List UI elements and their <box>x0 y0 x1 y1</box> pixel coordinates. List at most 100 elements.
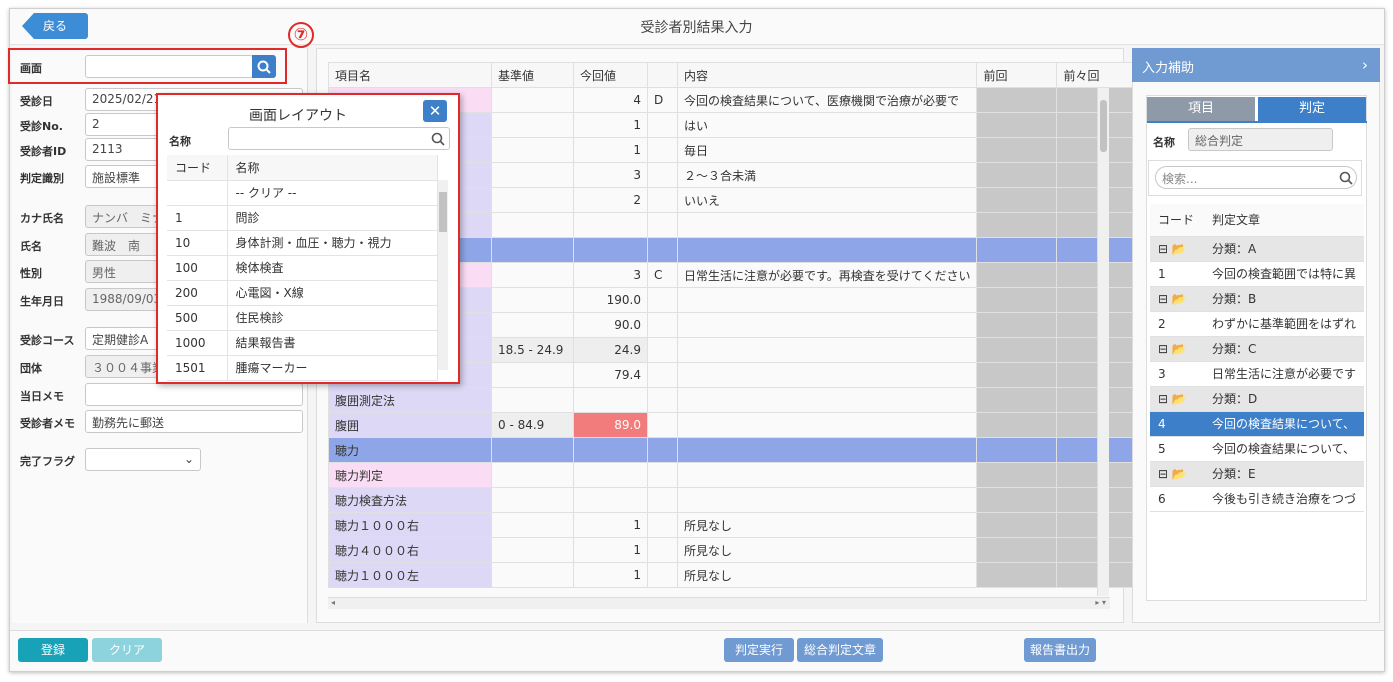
grid-cell[interactable]: 4 <box>573 87 648 113</box>
grid-cell[interactable]: 所見なし <box>676 512 978 538</box>
grid-cell[interactable] <box>647 112 678 138</box>
grid-cell[interactable]: 1 <box>573 562 648 588</box>
grid-cell[interactable] <box>976 387 1058 413</box>
search-icon[interactable] <box>1339 171 1353 185</box>
close-icon[interactable]: ✕ <box>423 100 447 122</box>
grid-horizontal-scrollbar[interactable]: ◂ ▸ ▾ <box>328 597 1110 609</box>
grid-cell[interactable]: 所見なし <box>676 562 978 588</box>
table-row[interactable]: 聴力 <box>328 437 1138 463</box>
grid-cell[interactable]: 毎日 <box>676 137 978 163</box>
grid-cell[interactable] <box>976 262 1058 288</box>
table-row[interactable]: 腹囲 0 - 84.9 89.0 <box>328 412 1138 438</box>
grid-cell[interactable] <box>491 512 574 538</box>
grid-cell[interactable] <box>491 187 574 213</box>
grid-cell[interactable] <box>976 462 1058 488</box>
col-header-prev[interactable]: 前回 <box>976 62 1058 88</box>
grid-cell[interactable] <box>491 137 574 163</box>
grid-cell[interactable] <box>491 437 574 463</box>
col-header-code[interactable]: コード <box>167 155 228 181</box>
summary-text-button[interactable]: 総合判定文章 <box>797 638 883 662</box>
grid-cell[interactable]: 3 <box>573 162 648 188</box>
table-row[interactable]: 聴力１０００右 1 所見なし <box>328 512 1138 538</box>
search-icon[interactable] <box>431 132 445 146</box>
col-header-value[interactable]: 今回値 <box>573 62 648 88</box>
list-item[interactable]: 500 住民検診 <box>167 305 438 331</box>
grid-cell[interactable] <box>491 212 574 238</box>
grid-cell[interactable]: D <box>647 87 678 113</box>
category-row[interactable]: ⊟ 📂 分類：E <box>1150 461 1364 487</box>
grid-cell[interactable] <box>976 562 1058 588</box>
list-item[interactable]: 10 身体計測・血圧・聴力・視力 <box>167 230 438 256</box>
grid-cell[interactable] <box>647 237 678 263</box>
grid-cell[interactable] <box>491 162 574 188</box>
list-item[interactable]: 4 今回の検査結果について、 <box>1150 411 1364 437</box>
grid-cell[interactable] <box>647 437 678 463</box>
grid-cell[interactable] <box>647 187 678 213</box>
grid-cell[interactable] <box>647 512 678 538</box>
grid-cell[interactable] <box>491 562 574 588</box>
grid-cell[interactable] <box>647 137 678 163</box>
popup-search-input[interactable] <box>228 127 450 150</box>
grid-cell[interactable]: 0 - 84.9 <box>491 412 574 438</box>
tab-judgement[interactable]: 判定 <box>1258 97 1366 121</box>
grid-cell[interactable] <box>976 162 1058 188</box>
grid-cell[interactable]: 腹囲 <box>328 412 492 438</box>
grid-cell[interactable] <box>976 437 1058 463</box>
tab-items[interactable]: 項目 <box>1147 97 1255 121</box>
grid-cell[interactable] <box>976 87 1058 113</box>
grid-cell[interactable]: 24.9 <box>573 337 648 363</box>
list-item[interactable]: 200 心電図・X線 <box>167 280 438 306</box>
grid-cell[interactable] <box>491 112 574 138</box>
grid-cell[interactable]: 聴力検査方法 <box>328 487 492 513</box>
table-row[interactable]: 聴力検査方法 <box>328 487 1138 513</box>
grid-cell[interactable] <box>976 512 1058 538</box>
grid-cell[interactable]: 所見なし <box>676 537 978 563</box>
grid-cell[interactable]: 1 <box>573 137 648 163</box>
grid-cell[interactable] <box>491 87 574 113</box>
category-row[interactable]: ⊟ 📂 分類：D <box>1150 386 1364 412</box>
judge-run-button[interactable]: 判定実行 <box>724 638 794 662</box>
grid-cell[interactable] <box>976 362 1058 388</box>
side-search-input[interactable]: 検索... <box>1155 166 1357 189</box>
col-header-flag[interactable] <box>647 62 678 88</box>
col-header-text[interactable]: 判定文章 <box>1203 204 1364 237</box>
grid-cell[interactable] <box>647 387 678 413</box>
grid-cell[interactable] <box>676 337 978 363</box>
grid-cell[interactable] <box>647 462 678 488</box>
list-item[interactable]: 1000 結果報告書 <box>167 330 438 356</box>
col-header-code[interactable]: コード <box>1150 204 1204 237</box>
grid-vertical-scrollbar[interactable] <box>1097 88 1109 596</box>
grid-cell[interactable]: 聴力判定 <box>328 462 492 488</box>
grid-cell[interactable] <box>647 312 678 338</box>
form-field[interactable]: ⌄ <box>85 448 201 471</box>
grid-cell[interactable] <box>676 387 978 413</box>
grid-cell[interactable] <box>976 187 1058 213</box>
grid-cell[interactable] <box>676 287 978 313</box>
grid-cell[interactable]: 日常生活に注意が必要です。再検査を受けてください <box>676 262 978 288</box>
table-row[interactable]: 聴力１０００左 1 所見なし <box>328 562 1138 588</box>
grid-cell[interactable]: いいえ <box>676 187 978 213</box>
grid-cell[interactable]: 腹囲測定法 <box>328 387 492 413</box>
grid-cell[interactable] <box>647 412 678 438</box>
screen-search-button[interactable] <box>252 55 276 78</box>
table-row[interactable]: 聴力判定 <box>328 462 1138 488</box>
grid-cell[interactable]: ２～３合未満 <box>676 162 978 188</box>
list-item[interactable]: 100 検体検査 <box>167 255 438 281</box>
grid-cell[interactable]: 聴力 <box>328 437 492 463</box>
grid-cell[interactable]: 89.0 <box>573 412 648 438</box>
grid-cell[interactable] <box>976 287 1058 313</box>
col-header-name[interactable]: 名称 <box>227 155 438 181</box>
grid-cell[interactable] <box>491 462 574 488</box>
grid-cell[interactable] <box>976 312 1058 338</box>
grid-cell[interactable] <box>573 387 648 413</box>
grid-cell[interactable] <box>573 437 648 463</box>
col-header-prev2[interactable]: 前々回 <box>1056 62 1138 88</box>
grid-cell[interactable] <box>491 487 574 513</box>
col-header-content[interactable]: 内容 <box>676 62 978 88</box>
grid-cell[interactable] <box>491 312 574 338</box>
grid-cell[interactable] <box>976 237 1058 263</box>
grid-cell[interactable] <box>491 387 574 413</box>
grid-cell[interactable]: 90.0 <box>573 312 648 338</box>
popup-scrollbar[interactable] <box>438 180 448 370</box>
grid-cell[interactable] <box>647 287 678 313</box>
